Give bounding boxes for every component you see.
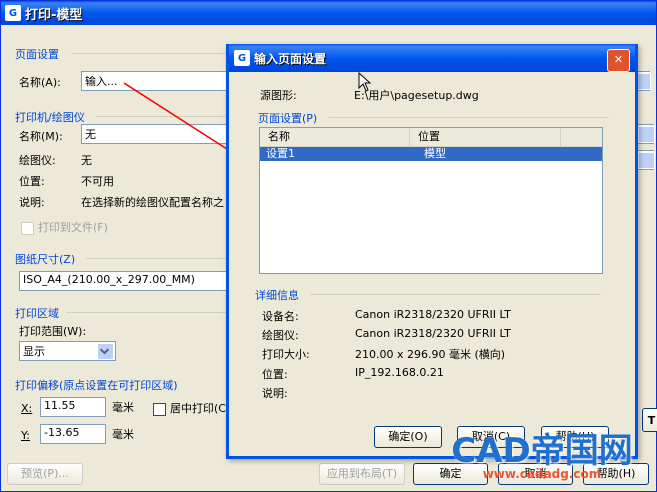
group-page-setup: 页面设置 <box>15 48 59 61</box>
value-source: E:\用户\pagesetup.dwg <box>354 89 479 102</box>
value-device: Canon iR2318/2320 UFRII LT <box>355 308 511 321</box>
checkbox-plot-to-file[interactable]: 打印到文件(F) <box>21 219 108 235</box>
value-where: IP_192.168.0.21 <box>355 366 444 379</box>
value-plot-size: 210.00 x 296.90 毫米 (横向) <box>355 348 506 361</box>
text-style-button[interactable]: T <box>642 408 657 432</box>
group-page-setups: 页面设置(P) <box>258 112 318 125</box>
label-plot-range: 打印范围(W): <box>19 325 87 338</box>
list-row[interactable]: 设置1 模型 <box>260 147 602 161</box>
dialog-title: 输入页面设置 <box>254 51 327 66</box>
dialog-icon: G <box>234 50 250 66</box>
header-name[interactable]: 名称 <box>260 128 410 146</box>
label-printer-name: 名称(M): <box>19 130 63 143</box>
close-button[interactable]: ✕ <box>607 49 630 72</box>
group-printer: 打印机/绘图仪 <box>15 111 85 124</box>
label-x: X: <box>21 402 33 415</box>
label-device: 设备名: <box>262 310 299 323</box>
input-name[interactable]: 输入... <box>81 71 231 91</box>
value-plotter: 无 <box>81 154 92 167</box>
label-desc: 说明: <box>19 196 45 209</box>
label-where: 位置: <box>262 368 288 381</box>
window-title: 打印-模型 <box>25 7 83 23</box>
label-unit-y: 毫米 <box>112 428 134 441</box>
input-paper-size[interactable]: ISO_A4_(210.00_x_297.00_MM) <box>19 271 227 291</box>
group-paper-size: 图纸尺寸(Z) <box>15 253 76 266</box>
label-dialog-plotter: 绘图仪: <box>262 329 299 342</box>
group-plot-area: 打印区域 <box>15 307 59 320</box>
ok-button[interactable]: 确定 <box>413 463 488 485</box>
label-plotter: 绘图仪: <box>19 154 56 167</box>
value-desc: 在选择新的绘图仪配置名称之 <box>81 196 224 209</box>
label-y: Y: <box>21 429 30 442</box>
value-location: 不可用 <box>81 175 114 188</box>
title-bar: G 打印-模型 <box>1 1 656 25</box>
group-plot-offset: 打印偏移(原点设置在可打印区域) <box>15 379 178 392</box>
dialog-title-bar: G 输入页面设置 ✕ <box>229 44 635 72</box>
preview-button[interactable]: 预览(P)... <box>7 463 83 485</box>
dropdown-plot-range[interactable]: 显示 <box>19 341 116 361</box>
help-button[interactable]: 帮助(H) <box>583 463 649 485</box>
dropdown-arrow <box>97 343 114 360</box>
dialog-ok-button[interactable]: 确定(O) <box>374 426 442 448</box>
value-dialog-plotter: Canon iR2318/2320 UFRII LT <box>355 327 511 340</box>
checkbox-center[interactable]: 居中打印(C) <box>153 400 230 416</box>
dialog-help-button[interactable]: 帮助(H) <box>541 426 609 448</box>
cancel-button[interactable]: 取消 <box>498 463 573 485</box>
row-name: 设置1 <box>266 147 295 160</box>
label-source: 源图形: <box>260 89 297 102</box>
app-icon: G <box>5 5 21 21</box>
input-printer[interactable]: 无 <box>81 124 231 144</box>
apply-layout-button[interactable]: 应用到布局(T) <box>319 463 405 485</box>
row-location: 模型 <box>424 147 446 160</box>
header-location[interactable]: 位置 <box>410 128 561 146</box>
label-dialog-desc: 说明: <box>262 387 288 400</box>
list-header: 名称 位置 <box>260 128 602 147</box>
page-setup-list: 名称 位置 设置1 模型 <box>259 127 603 274</box>
dialog-cancel-button[interactable]: 取消(C) <box>457 426 525 448</box>
label-plot-size: 打印大小: <box>262 348 310 361</box>
label-unit-x: 毫米 <box>112 401 134 414</box>
input-y[interactable]: -13.65 <box>40 424 106 444</box>
group-details: 详细信息 <box>255 289 299 302</box>
input-x[interactable]: 11.55 <box>40 397 106 417</box>
label-location: 位置: <box>19 175 45 188</box>
label-name: 名称(A): <box>19 76 61 89</box>
